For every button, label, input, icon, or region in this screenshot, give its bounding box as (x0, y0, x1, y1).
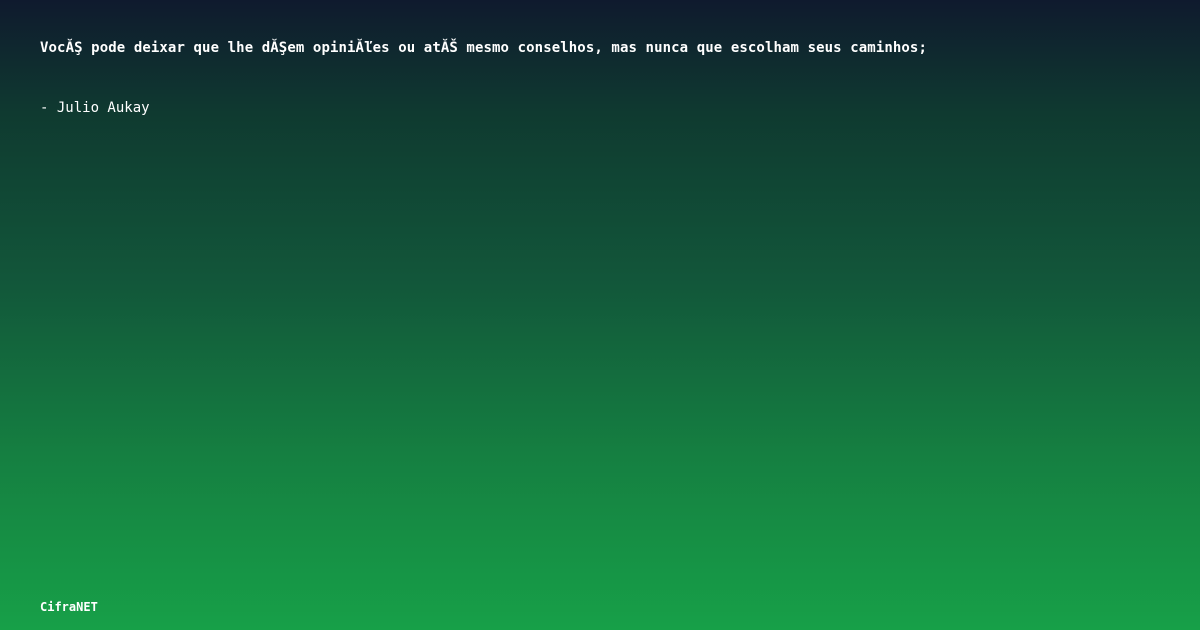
quote-author: - Julio Aukay (40, 100, 150, 116)
brand-name: CifraNET (40, 600, 98, 614)
quote-text: VocĂŞ pode deixar que lhe dĂŞem opiniĂľe… (40, 40, 927, 56)
quote-card: VocĂŞ pode deixar que lhe dĂŞem opiniĂľe… (0, 0, 1200, 630)
